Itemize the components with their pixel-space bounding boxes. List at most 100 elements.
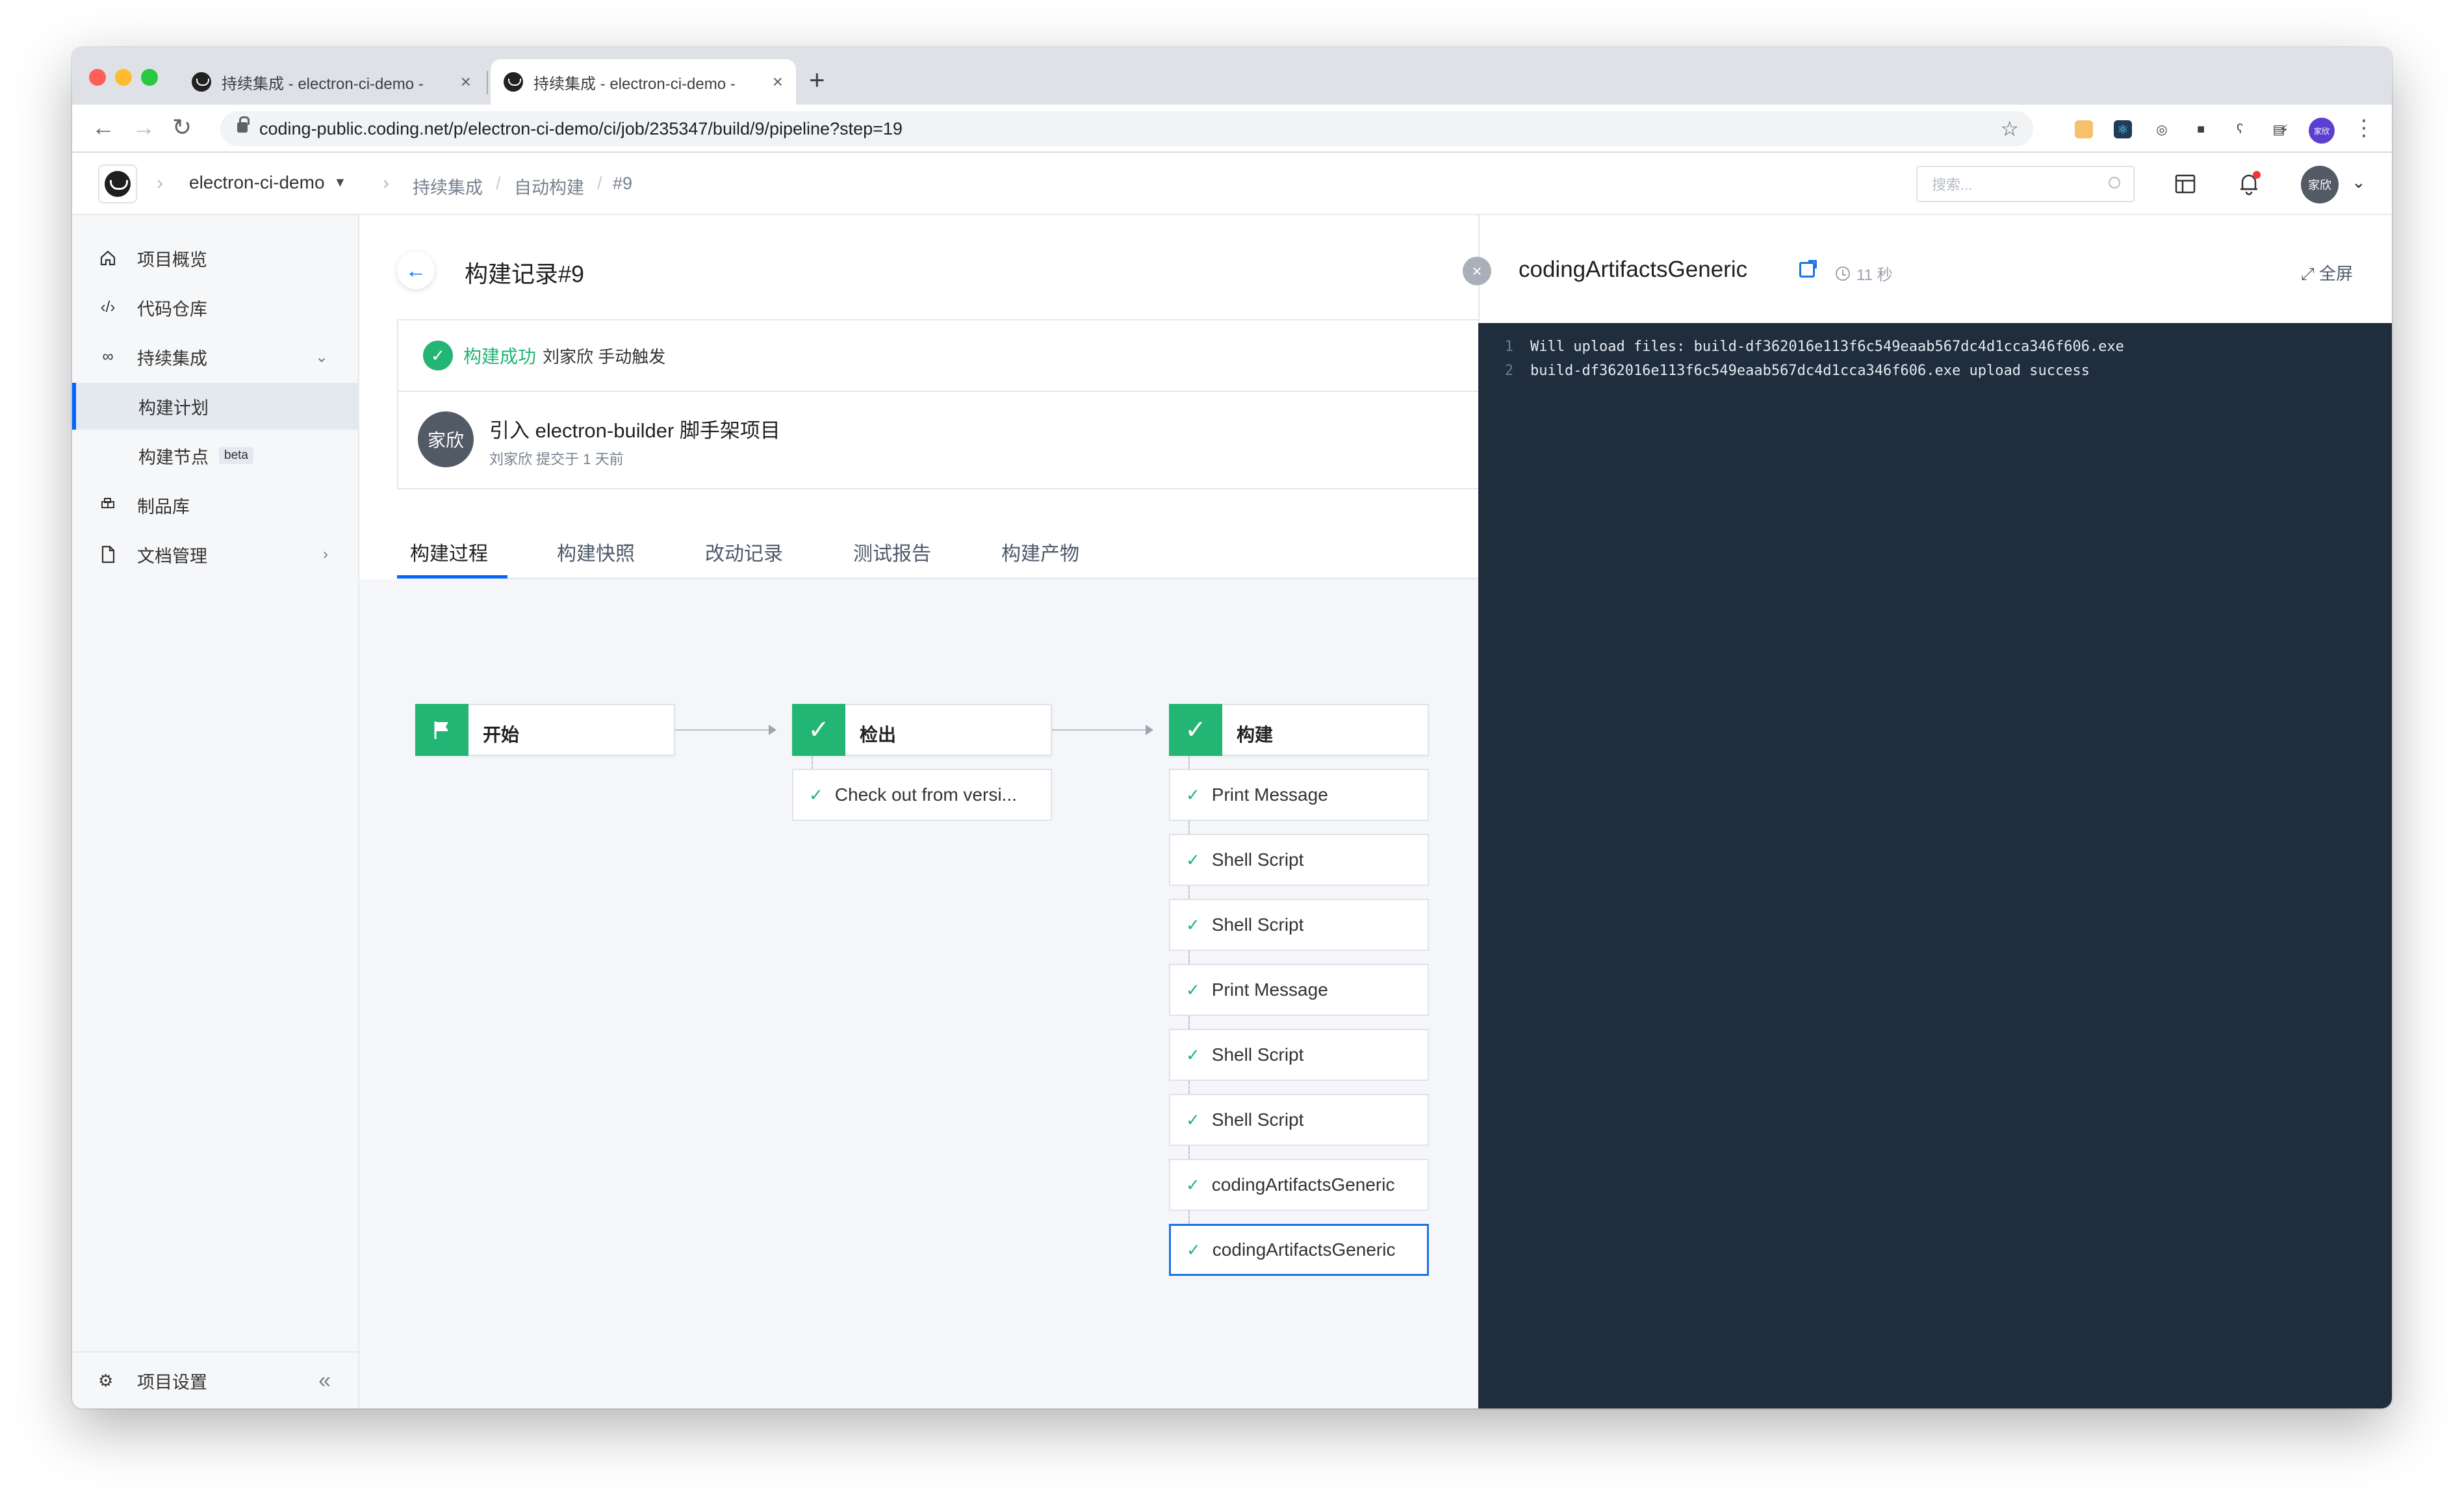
external-link-icon[interactable]: [1799, 260, 1817, 278]
build-summary-area: ← 构建记录#9 ✓ 构建成功 刘家欣 手动触发 家欣 引入 electron-…: [359, 215, 1478, 579]
project-settings-button[interactable]: ⚙ 项目设置 «: [72, 1351, 358, 1408]
forward-arrow-icon[interactable]: →: [132, 114, 155, 141]
sidebar-item-overview[interactable]: 项目概览: [72, 235, 358, 281]
tab-build-process[interactable]: 构建过程: [410, 538, 488, 566]
close-window-button[interactable]: [89, 69, 106, 86]
step-name: codingArtifactsGeneric: [1211, 1174, 1395, 1195]
back-arrow-icon[interactable]: ←: [92, 114, 115, 141]
back-arrow-icon: ←: [405, 258, 426, 282]
react-devtools-icon[interactable]: ⚛: [2114, 120, 2132, 138]
bell-icon[interactable]: [2233, 168, 2265, 200]
coding-logo-icon: [105, 171, 131, 197]
home-icon: [98, 248, 118, 268]
log-panel-header: × codingArtifactsGeneric 11 秒 ⤢ 全屏: [1463, 215, 2392, 323]
sidebar-item-docs[interactable]: 文档管理 ›: [72, 531, 358, 578]
sidebar-item-ci[interactable]: ∞ 持续集成 ⌄: [72, 333, 358, 380]
step-connector: [1188, 821, 1190, 834]
sidebar-item-build-plans[interactable]: 构建计划: [72, 383, 358, 430]
bolt-extension-icon[interactable]: ⚡: [2275, 120, 2293, 138]
check-icon: ✓: [1186, 1109, 1200, 1130]
check-icon: ✓: [1186, 979, 1200, 1000]
stage-checkout[interactable]: ✓ 检出: [792, 704, 1052, 756]
check-icon: ✓: [1169, 704, 1222, 756]
flag-icon: [415, 704, 468, 756]
tab-close-icon[interactable]: ×: [461, 71, 471, 92]
check-icon: ✓: [1186, 1174, 1200, 1195]
browser-tab-2-active[interactable]: 持续集成 - electron-ci-demo - ×: [491, 59, 796, 105]
github-extension-icon[interactable]: ◎: [2153, 120, 2171, 138]
build-title: 构建记录#9: [465, 261, 585, 287]
stage-start[interactable]: 开始: [415, 704, 675, 756]
tab-close-icon[interactable]: ×: [773, 71, 783, 92]
coding-favicon-icon: [504, 72, 523, 92]
collapse-sidebar-icon[interactable]: «: [318, 1368, 331, 1394]
sidebar-item-build-nodes[interactable]: 构建节点 beta: [72, 432, 358, 479]
back-button[interactable]: ←: [397, 252, 435, 289]
zoom-window-button[interactable]: [141, 69, 158, 86]
arrow-right-icon: [1146, 725, 1153, 735]
check-icon: ✓: [1187, 1239, 1201, 1260]
fullscreen-button[interactable]: ⤢ 全屏: [2301, 261, 2353, 285]
log-line: 1 Will upload files: build-df362016e113f…: [1478, 335, 2392, 359]
build-status: 构建成功: [463, 346, 537, 367]
sidebar-item-label: 构建节点: [138, 447, 209, 467]
breadcrumb-build[interactable]: #9: [613, 174, 632, 194]
chevron-down-icon[interactable]: ⌄: [2352, 172, 2366, 192]
video-extension-icon[interactable]: ■: [2192, 120, 2210, 138]
check-icon: ✓: [1186, 1044, 1200, 1065]
log-line-text: Will upload files: build-df362016e113f6c…: [1530, 339, 2124, 355]
bookmark-star-icon[interactable]: ☆: [2000, 116, 2019, 141]
bear-extension-icon[interactable]: ʕ: [2231, 120, 2249, 138]
project-switcher[interactable]: electron-ci-demo ▼: [189, 172, 346, 193]
lock-icon: [237, 116, 250, 133]
tab-strip: 持续集成 - electron-ci-demo - × 持续集成 - elect…: [72, 47, 2392, 105]
log-output[interactable]: 1 Will upload files: build-df362016e113f…: [1478, 323, 2392, 383]
step-shell-script[interactable]: ✓ Shell Script: [1169, 899, 1429, 951]
coding-favicon-icon: [192, 72, 211, 92]
step-connector: [1188, 1146, 1190, 1159]
step-connector: [1188, 886, 1190, 899]
coding-logo[interactable]: [98, 164, 137, 203]
step-print-message[interactable]: ✓ Print Message: [1169, 964, 1429, 1016]
new-tab-button[interactable]: +: [809, 64, 825, 96]
commit-author-avatar: 家欣: [418, 411, 474, 467]
step-log-panel: × codingArtifactsGeneric 11 秒 ⤢ 全屏 1 Wil…: [1463, 215, 2392, 1408]
step-shell-script[interactable]: ✓ Shell Script: [1169, 1094, 1429, 1146]
breadcrumb-job[interactable]: 自动构建: [514, 174, 584, 199]
step-coding-artifacts-generic[interactable]: ✓ codingArtifactsGeneric: [1169, 1159, 1429, 1211]
step-print-message[interactable]: ✓ Print Message: [1169, 769, 1429, 821]
step-shell-script[interactable]: ✓ Shell Script: [1169, 834, 1429, 886]
tab-build-artifacts[interactable]: 构建产物: [1001, 538, 1079, 566]
step-connector: [1188, 756, 1190, 769]
sidebar-item-artifacts[interactable]: 制品库: [72, 482, 358, 528]
commit-meta: 刘家欣 提交于 1 天前: [489, 451, 624, 467]
stage-build[interactable]: ✓ 构建: [1169, 704, 1429, 756]
step-checkout-scm[interactable]: ✓ Check out from versi...: [792, 769, 1052, 821]
step-shell-script[interactable]: ✓ Shell Script: [1169, 1029, 1429, 1081]
reload-icon[interactable]: ↻: [172, 114, 192, 141]
close-panel-button[interactable]: ×: [1463, 257, 1491, 285]
tab-build-snapshot[interactable]: 构建快照: [557, 538, 635, 566]
project-sidebar: 项目概览 ‹/› 代码仓库 ∞ 持续集成 ⌄ 构建计划 构建节点 beta 制品…: [72, 215, 359, 1408]
sidebar-item-code[interactable]: ‹/› 代码仓库: [72, 284, 358, 331]
user-avatar[interactable]: 家欣: [2301, 166, 2339, 203]
address-bar[interactable]: coding-public.coding.net/p/electron-ci-d…: [220, 111, 2033, 146]
browser-tab-1[interactable]: 持续集成 - electron-ci-demo - ×: [179, 59, 484, 105]
tab-test-report[interactable]: 测试报告: [853, 538, 931, 566]
sidebar-item-label: 构建计划: [138, 398, 209, 418]
browser-menu-icon[interactable]: ⋮: [2353, 115, 2375, 141]
workspace-icon[interactable]: [2170, 168, 2201, 200]
browser-profile-avatar[interactable]: 家欣: [2309, 118, 2335, 144]
commit-title[interactable]: 引入 electron-builder 脚手架项目: [489, 414, 780, 443]
global-search-input[interactable]: 搜索...: [1916, 166, 2135, 202]
minimize-window-button[interactable]: [115, 69, 132, 86]
breadcrumb-ci[interactable]: 持续集成: [413, 174, 483, 199]
success-check-icon: ✓: [423, 341, 453, 370]
step-name: Print Message: [1211, 979, 1328, 1000]
build-status-row: ✓ 构建成功 刘家欣 手动触发: [398, 320, 1478, 392]
stage-name: 构建: [1237, 725, 1274, 745]
step-coding-artifacts-generic-selected[interactable]: ✓ codingArtifactsGeneric: [1169, 1224, 1429, 1276]
tab-changes[interactable]: 改动记录: [705, 538, 783, 566]
cookie-extension-icon[interactable]: [2075, 120, 2093, 138]
step-connector: [1188, 1016, 1190, 1029]
